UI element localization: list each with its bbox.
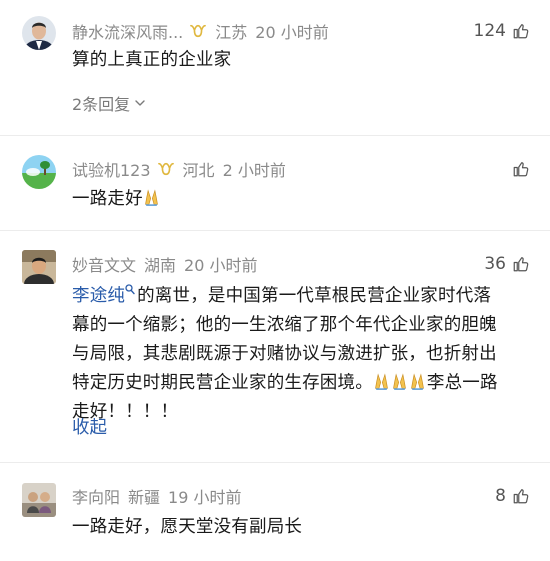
comment-header: 试验机123 河北 2 小时前	[72, 158, 286, 180]
praying-hands-icon	[409, 373, 426, 390]
comment-location: 新疆	[128, 488, 161, 507]
comment-time: 19 小时前	[168, 488, 242, 507]
comment-location: 河北	[182, 161, 215, 180]
comment-line: 李途纯 的离世，是中国第一代草根民营企业家时代落	[72, 282, 532, 311]
view-replies-button[interactable]: 2条回复	[72, 91, 145, 115]
avatar[interactable]	[22, 250, 56, 284]
comment-header: 静水流深风雨... 江苏 20 小时前	[72, 20, 329, 42]
comment-header: 李向阳 新疆 19 小时前	[72, 485, 241, 507]
like-button[interactable]	[506, 158, 530, 180]
comment-time: 20 小时前	[184, 256, 258, 275]
comment-line: 幕的一个缩影；他的一生浓缩了那个年代企业家的胆魄	[72, 315, 497, 335]
chevron-down-icon	[135, 98, 145, 108]
praying-hands-icon	[373, 373, 390, 390]
avatar[interactable]	[22, 483, 56, 517]
divider	[0, 135, 550, 136]
member-badge-icon	[157, 161, 175, 177]
comment-author[interactable]: 试验机123	[72, 157, 151, 181]
comment-text-segment: 特定历史时期民营企业家的生存困境。	[72, 373, 373, 393]
thumbs-up-icon	[512, 22, 530, 40]
like-button[interactable]: 124	[474, 20, 530, 42]
comment-text: 算的上真正的企业家	[72, 50, 232, 70]
comment-text-segment: 李总一路	[426, 373, 498, 393]
divider	[0, 462, 550, 463]
comment-location: 湖南	[144, 256, 177, 275]
like-button[interactable]: 8	[495, 485, 530, 507]
comment-text: 一路走好，愿天堂没有副局长	[72, 517, 303, 537]
comment-line: 特定历史时期民营企业家的生存困境。 李总一路	[72, 369, 532, 398]
search-icon	[125, 284, 135, 295]
thumbs-up-icon	[512, 487, 530, 505]
like-count: 8	[495, 486, 506, 506]
comment-text: 一路走好	[72, 185, 532, 214]
comment-author[interactable]: 妙音文文	[72, 252, 136, 276]
thumbs-up-icon	[512, 255, 530, 273]
comment-text: 李途纯 的离世，是中国第一代草根民营企业家时代落 幕的一个缩影；他的一生浓缩了那个…	[72, 282, 532, 427]
comment-author[interactable]: 李向阳	[72, 484, 120, 508]
replies-label: 2条回复	[72, 95, 131, 114]
comment-location: 江苏	[215, 23, 248, 42]
comment-text-segment: 的离世，是中国第一代草根民营企业家时代落	[137, 286, 492, 306]
comment-header: 妙音文文 湖南 20 小时前	[72, 253, 257, 275]
avatar[interactable]	[22, 155, 56, 189]
comment-time: 2 小时前	[222, 161, 286, 180]
praying-hands-icon	[391, 373, 408, 390]
comment-line: 走好！！！！	[72, 402, 179, 422]
like-count: 36	[484, 254, 506, 274]
like-count: 124	[473, 21, 506, 41]
comment-time: 20 小时前	[255, 23, 329, 42]
comment-text-content: 一路走好	[72, 189, 143, 209]
praying-hands-icon	[143, 189, 160, 206]
member-badge-icon	[189, 23, 207, 39]
mention-link[interactable]: 李途纯	[72, 286, 125, 306]
comment-line: 与局限，其悲剧既源于对赌协议与激进扩张，也折射出	[72, 344, 497, 364]
comment-author[interactable]: 静水流深风雨...	[72, 19, 183, 43]
collapse-button[interactable]: 收起	[72, 414, 107, 439]
like-button[interactable]: 36	[484, 253, 530, 275]
avatar[interactable]	[22, 16, 56, 50]
thumbs-up-icon	[512, 160, 530, 178]
divider	[0, 230, 550, 231]
